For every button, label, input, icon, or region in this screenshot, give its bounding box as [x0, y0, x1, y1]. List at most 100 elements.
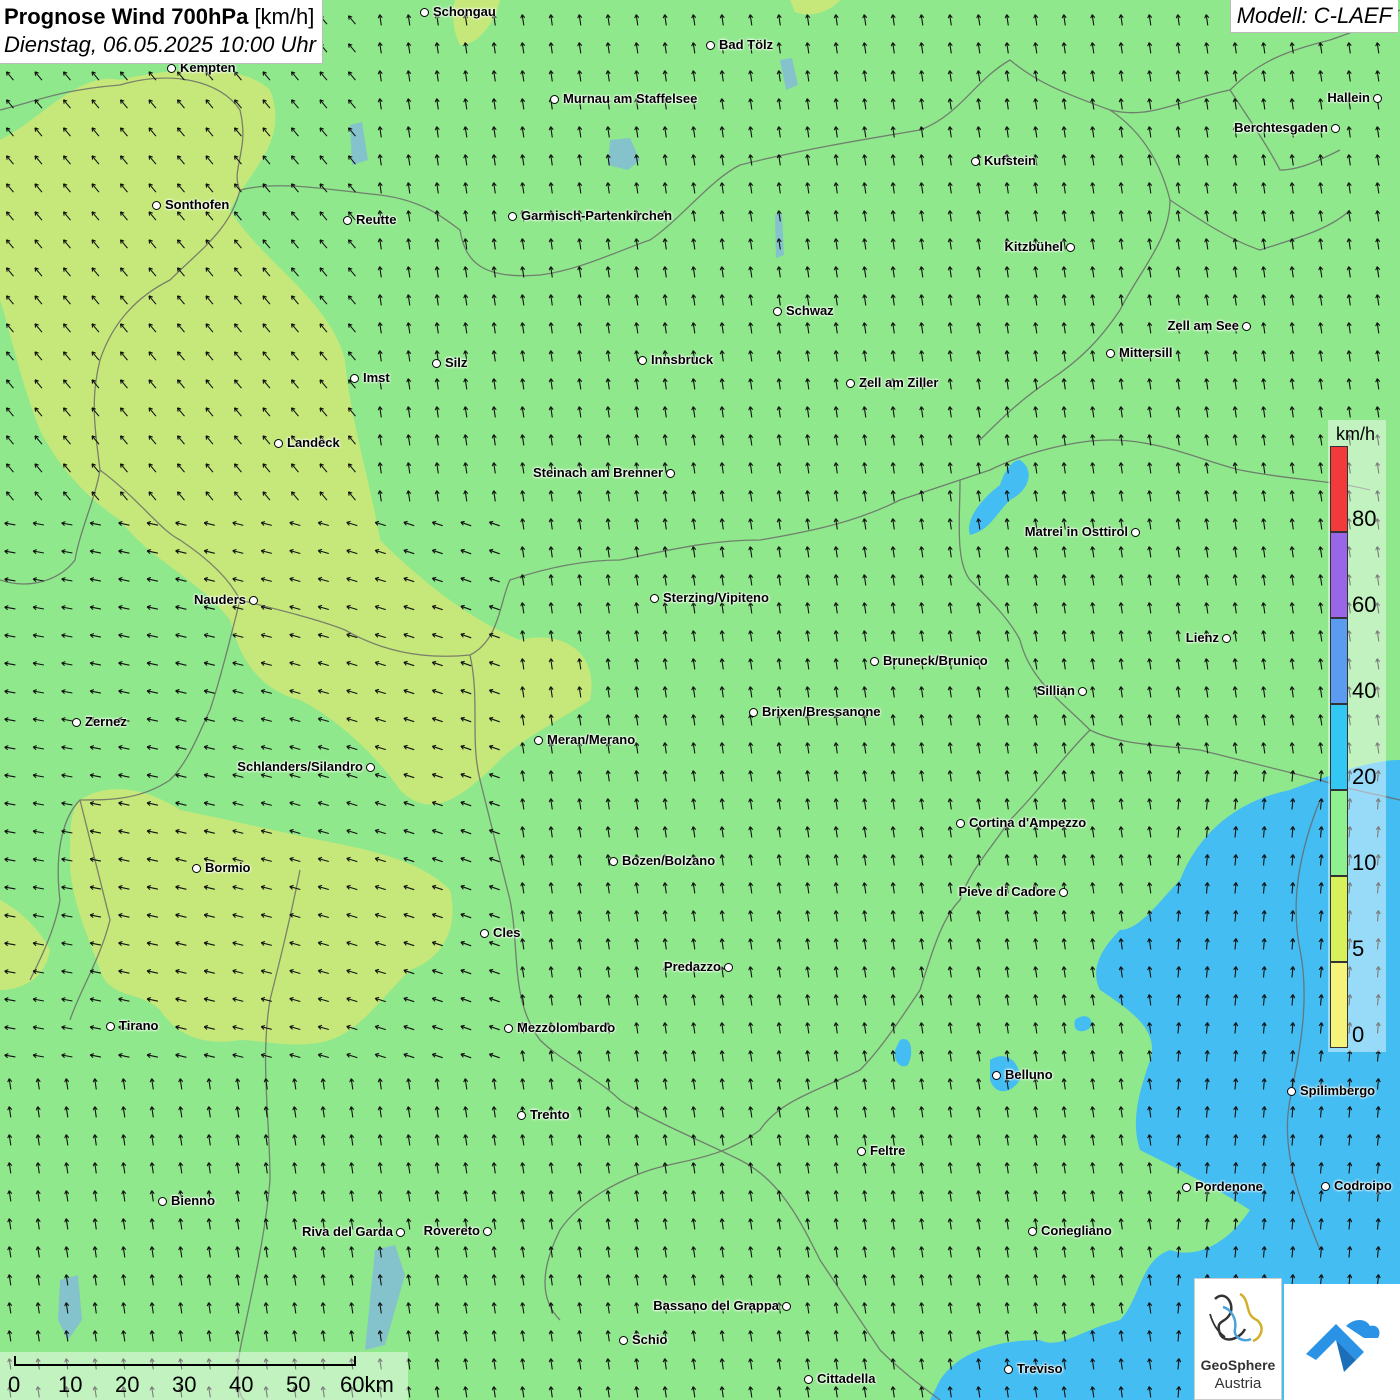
city-marker-icon [1028, 1227, 1037, 1236]
city-label[interactable]: Murnau am Staffelsee [563, 92, 697, 106]
city-label[interactable]: Zell am Ziller [859, 376, 938, 390]
city-marker-icon [846, 379, 855, 388]
legend-color-segment [1330, 704, 1348, 790]
scale-label: 30 [172, 1372, 197, 1397]
city-label[interactable]: Steinach am Brenner [533, 466, 663, 480]
city-marker-icon [773, 307, 782, 316]
city-marker-icon [804, 1375, 813, 1384]
city-label[interactable]: Sillian [1037, 684, 1075, 698]
city-marker-icon [480, 929, 489, 938]
geosphere-logo-icon [1209, 1292, 1263, 1343]
city-label[interactable]: Cortina d'Ampezzo [969, 816, 1086, 830]
city-label[interactable]: Bruneck/Brunico [883, 654, 988, 668]
city-marker-icon [1373, 94, 1382, 103]
city-label[interactable]: Bad Tölz [719, 38, 773, 52]
logo-line1: GeoSphere [1200, 1357, 1276, 1373]
city-marker-icon [1287, 1087, 1296, 1096]
title-text: Prognose Wind 700hPa [4, 4, 249, 29]
geosphere-logo[interactable]: GeoSphere Austria [1194, 1278, 1282, 1400]
city-label[interactable]: Codroipo [1334, 1179, 1392, 1193]
color-legend: km/h 80 60 40 20 10 5 0 [1328, 420, 1386, 1052]
city-label[interactable]: Imst [363, 371, 390, 385]
city-label[interactable]: Brixen/Bressanone [762, 705, 881, 719]
city-label[interactable]: Bormio [205, 861, 251, 875]
city-label[interactable]: Cittadella [817, 1372, 876, 1386]
app-logo[interactable] [1284, 1284, 1400, 1400]
city-marker-icon [550, 95, 559, 104]
city-label[interactable]: Kufstein [984, 154, 1036, 168]
city-marker-icon [1059, 888, 1068, 897]
city-marker-icon [666, 469, 675, 478]
city-marker-icon [420, 8, 429, 17]
city-label[interactable]: Rovereto [424, 1224, 480, 1238]
city-marker-icon [619, 1336, 628, 1345]
city-label[interactable]: Sonthofen [165, 198, 229, 212]
app-icon [1306, 1320, 1380, 1372]
city-label[interactable]: Meran/Merano [547, 733, 635, 747]
city-marker-icon [1131, 528, 1140, 537]
wind-map[interactable]: Schongau Bad Tölz Kempten Murnau am Staffel… [0, 0, 1400, 1400]
city-label[interactable]: Spilimbergo [1300, 1084, 1375, 1098]
city-label[interactable]: Treviso [1017, 1362, 1063, 1376]
legend-unit: km/h [1336, 424, 1376, 444]
city-marker-icon [1321, 1182, 1330, 1191]
city-label[interactable]: Schio [632, 1333, 667, 1347]
city-marker-icon [274, 439, 283, 448]
legend-tick: 20 [1352, 764, 1377, 789]
city-label[interactable]: Schwaz [786, 304, 834, 318]
city-label[interactable]: Silz [445, 356, 467, 370]
city-label[interactable]: Bozen/Bolzano [622, 854, 715, 868]
city-marker-icon [1331, 124, 1340, 133]
legend-bar [1330, 446, 1348, 1048]
city-label[interactable]: Nauders [194, 593, 246, 607]
city-label[interactable]: Kitzbühel [1005, 240, 1064, 254]
scale-label: 40 [229, 1372, 254, 1397]
scale-bar [14, 1356, 356, 1366]
city-label[interactable]: Schongau [433, 5, 496, 19]
legend-tick: 0 [1352, 1022, 1365, 1047]
city-marker-icon [749, 708, 758, 717]
city-label[interactable]: Sterzing/Vipiteno [663, 591, 769, 605]
legend-tick: 80 [1352, 506, 1377, 531]
city-marker-icon [343, 216, 352, 225]
city-label[interactable]: Garmisch-Partenkirchen [521, 209, 672, 223]
city-label[interactable]: Riva del Garda [302, 1225, 393, 1239]
city-marker-icon [508, 212, 517, 221]
city-label[interactable]: Schlanders/Silandro [237, 760, 363, 774]
city-label[interactable]: Matrei in Osttirol [1025, 525, 1128, 539]
city-label[interactable]: Tirano [119, 1019, 159, 1033]
city-label[interactable]: Trento [530, 1108, 570, 1122]
city-label[interactable]: Landeck [287, 436, 340, 450]
city-label[interactable]: Belluno [1005, 1068, 1053, 1082]
city-label[interactable]: Feltre [870, 1144, 905, 1158]
city-label[interactable]: Pieve di Cadore [958, 885, 1056, 899]
city-marker-icon [971, 157, 980, 166]
city-label[interactable]: Berchtesgaden [1234, 121, 1328, 135]
city-label[interactable]: Reutte [356, 213, 396, 227]
city-label[interactable]: Mittersill [1119, 346, 1172, 360]
scale-label: 50 [286, 1372, 311, 1397]
title-main: Prognose Wind 700hPa [km/h] [4, 3, 316, 31]
city-marker-icon [1106, 349, 1115, 358]
city-marker-icon [870, 657, 879, 666]
scale-label: 0 [8, 1372, 21, 1397]
city-marker-icon [432, 359, 441, 368]
city-label[interactable]: Zernez [85, 715, 127, 729]
city-label[interactable]: Lienz [1186, 631, 1219, 645]
city-label[interactable]: Hallein [1327, 91, 1370, 105]
city-label[interactable]: Conegliano [1041, 1224, 1112, 1238]
city-label[interactable]: Bienno [171, 1194, 215, 1208]
city-label[interactable]: Pordenone [1195, 1180, 1263, 1194]
city-marker-icon [638, 356, 647, 365]
city-label[interactable]: Bassano del Grappa [653, 1299, 779, 1313]
city-marker-icon [167, 64, 176, 73]
city-marker-icon [1078, 687, 1087, 696]
city-label[interactable]: Predazzo [664, 960, 721, 974]
legend-color-segment [1330, 446, 1348, 532]
city-marker-icon [1182, 1183, 1191, 1192]
city-label[interactable]: Innsbruck [651, 353, 713, 367]
city-label[interactable]: Cles [493, 926, 520, 940]
scale-label: 60km [340, 1372, 394, 1397]
city-label[interactable]: Zell am See [1167, 319, 1239, 333]
city-label[interactable]: Mezzolombardo [517, 1021, 615, 1035]
